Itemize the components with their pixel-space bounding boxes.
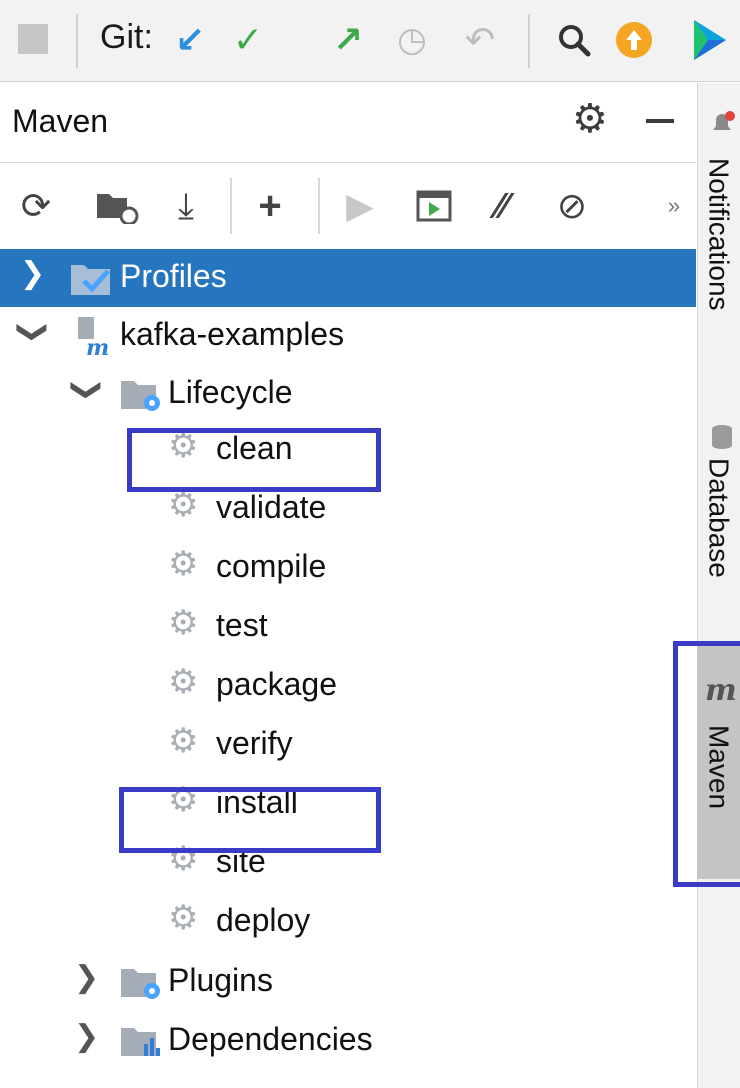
reload-folder-icon[interactable] xyxy=(92,184,142,228)
highlight-box-clean xyxy=(127,428,381,492)
maven-toolbar: ⟳ ⤓ + ▶ ⁄⁄ ⊘ » xyxy=(0,164,696,248)
tree-item-label: Plugins xyxy=(168,962,273,998)
maven-tool-window: Maven ⚙ ⟳ ⤓ + ▶ ⁄⁄ ⊘ » ❯ Profiles ❯ m ka… xyxy=(0,83,696,1088)
tree-item-label: Lifecycle xyxy=(168,374,293,410)
tab-label: Notifications xyxy=(703,158,735,311)
panel-header: Maven ⚙ xyxy=(0,83,696,163)
minimize-icon[interactable] xyxy=(646,119,674,123)
goal-gear-icon: ⚙ xyxy=(168,486,199,524)
update-project-icon[interactable]: ↙ xyxy=(168,18,212,62)
goal-gear-icon: ⚙ xyxy=(168,545,199,583)
toolbar-separator xyxy=(318,178,320,234)
database-icon xyxy=(712,425,732,449)
goal-deploy[interactable]: ⚙ deploy xyxy=(0,893,696,951)
goal-test[interactable]: ⚙ test xyxy=(0,598,696,656)
chevron-right-icon[interactable]: ❯ xyxy=(74,963,99,993)
add-icon[interactable]: + xyxy=(250,184,290,228)
toolbar-separator xyxy=(230,178,232,234)
tree-item-plugins[interactable]: ❯ Plugins xyxy=(0,953,696,1011)
goal-gear-icon: ⚙ xyxy=(168,663,199,701)
tab-database[interactable]: Database xyxy=(697,416,740,636)
bell-icon xyxy=(713,111,735,130)
download-icon[interactable]: ⤓ xyxy=(164,184,208,228)
goal-gear-icon: ⚙ xyxy=(168,604,199,642)
reload-all-icon[interactable]: ⟳ xyxy=(14,184,58,228)
tree-item-label: Profiles xyxy=(120,258,227,294)
goal-package[interactable]: ⚙ package xyxy=(0,657,696,715)
chevron-right-icon[interactable]: ❯ xyxy=(74,1022,99,1052)
maven-project-icon: m xyxy=(72,317,114,361)
chevron-right-icon[interactable]: ❯ xyxy=(20,259,45,289)
stop-icon[interactable] xyxy=(18,24,48,54)
goal-label: compile xyxy=(216,548,327,584)
rollback-icon[interactable]: ↶ xyxy=(458,18,502,62)
history-icon[interactable]: ◷ xyxy=(390,18,434,62)
lifecycle-folder-icon xyxy=(120,375,162,413)
goal-label: verify xyxy=(216,725,293,761)
highlight-box-install xyxy=(119,787,381,853)
tab-notifications[interactable]: Notifications xyxy=(697,100,740,370)
tree-item-profiles[interactable]: ❯ Profiles xyxy=(0,249,696,307)
tree-item-label: Dependencies xyxy=(168,1021,373,1057)
tree-item-dependencies[interactable]: ❯ Dependencies xyxy=(0,1012,696,1070)
plugins-folder-icon xyxy=(120,963,162,1001)
panel-title: Maven xyxy=(12,103,109,139)
goal-label: package xyxy=(216,666,337,702)
gear-icon[interactable]: ⚙ xyxy=(572,99,608,139)
goal-label: test xyxy=(216,607,268,643)
push-icon[interactable]: ↗ xyxy=(326,18,370,62)
goal-label: deploy xyxy=(216,902,311,938)
ide-logo-icon[interactable] xyxy=(690,18,740,62)
tree-item-label: kafka-examples xyxy=(120,316,345,352)
goal-gear-icon: ⚙ xyxy=(168,899,199,937)
toolbar-separator xyxy=(76,14,78,68)
toolbar-separator xyxy=(528,14,530,68)
svg-text:m: m xyxy=(86,335,109,357)
profiles-icon xyxy=(70,259,112,297)
tree-item-lifecycle[interactable]: ❯ Lifecycle xyxy=(0,365,696,423)
toggle-offline-icon[interactable]: ⁄⁄ xyxy=(480,184,524,228)
highlight-box-maven-tab xyxy=(673,641,740,887)
more-icon[interactable]: » xyxy=(662,184,686,228)
commit-icon[interactable]: ✓ xyxy=(226,18,270,62)
run-icon[interactable]: ▶ xyxy=(340,184,380,228)
goal-gear-icon: ⚙ xyxy=(168,722,199,760)
update-available-icon[interactable] xyxy=(612,18,656,62)
dependencies-folder-icon xyxy=(120,1022,162,1060)
git-label: Git: xyxy=(100,18,153,56)
top-toolbar: Git: ↙ ✓ ↗ ◷ ↶ xyxy=(0,0,740,82)
goal-label: validate xyxy=(216,489,327,525)
chevron-down-icon[interactable]: ❯ xyxy=(17,319,50,344)
goal-compile[interactable]: ⚙ compile xyxy=(0,539,696,597)
execute-goal-icon[interactable] xyxy=(412,184,456,228)
tree-item-project[interactable]: ❯ m kafka-examples xyxy=(0,307,696,365)
tab-label: Database xyxy=(703,458,735,578)
chevron-down-icon[interactable]: ❯ xyxy=(71,377,104,402)
skip-tests-icon[interactable]: ⊘ xyxy=(550,184,594,228)
goal-verify[interactable]: ⚙ verify xyxy=(0,716,696,774)
search-icon[interactable] xyxy=(552,18,596,62)
